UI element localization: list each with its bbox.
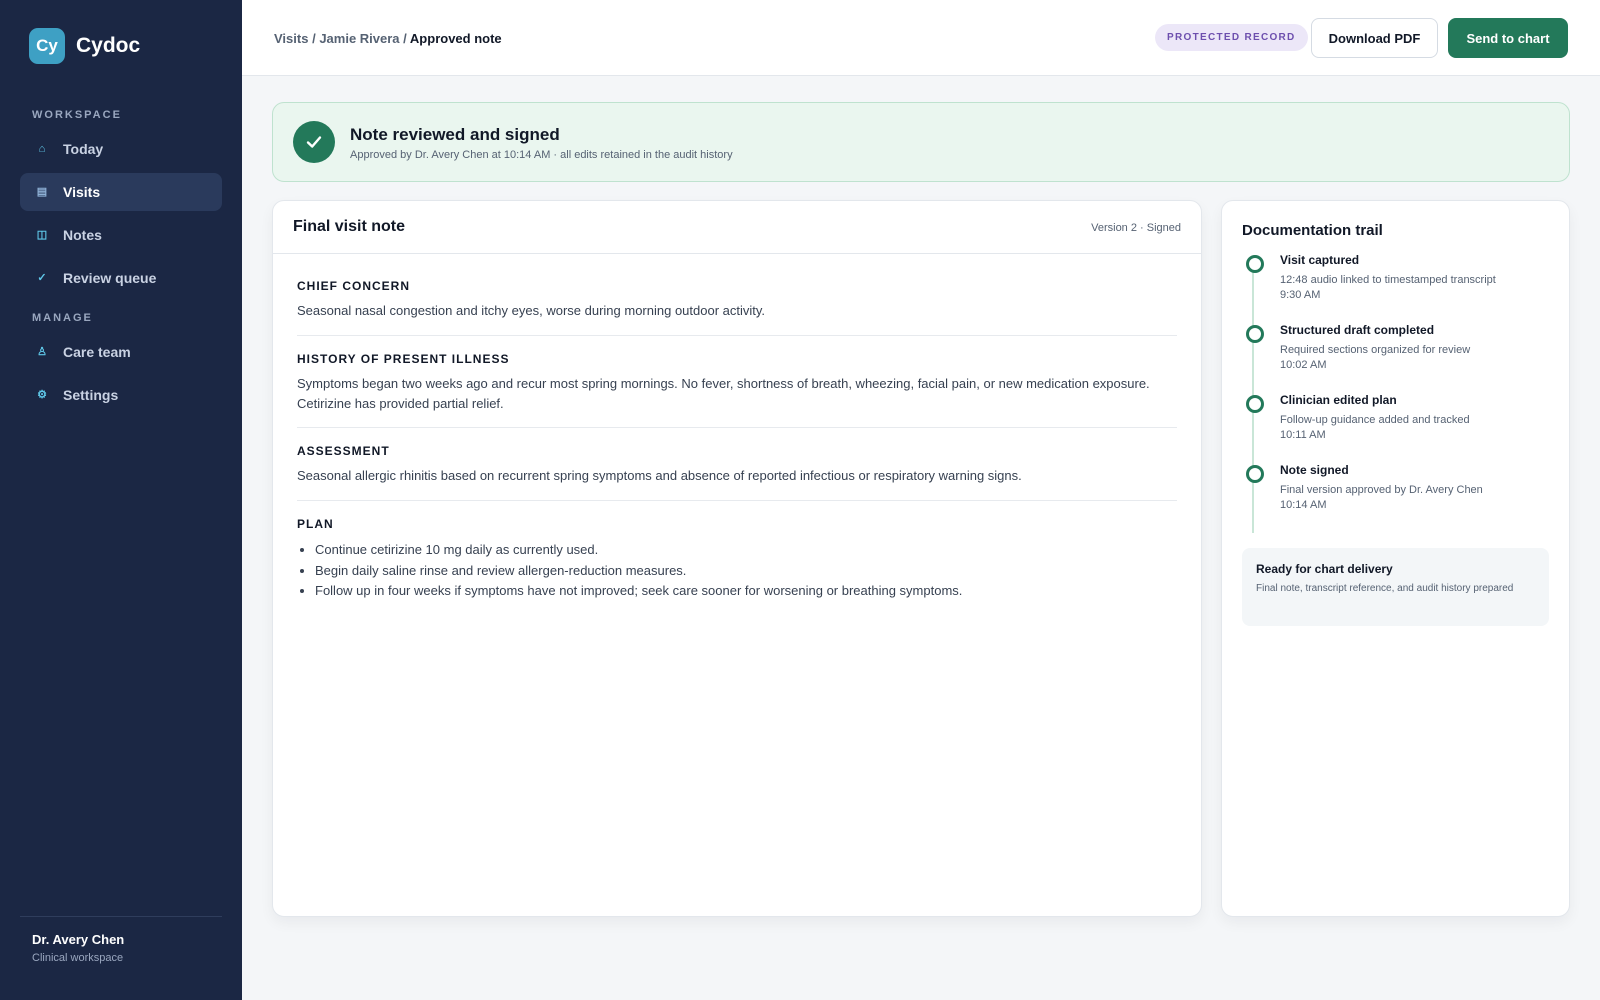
- breadcrumb-patient[interactable]: Jamie Rivera: [319, 31, 399, 46]
- sidebar: Cy Cydoc WORKSPACE ⌂ Today ▤ Visits ◫ No…: [0, 0, 242, 1000]
- sidebar-item-settings[interactable]: ⚙ Settings: [20, 376, 222, 414]
- download-pdf-button[interactable]: Download PDF: [1311, 18, 1438, 58]
- trail-event-desc: Final version approved by Dr. Avery Chen: [1280, 484, 1483, 496]
- sidebar-item-visits[interactable]: ▤ Visits: [20, 173, 222, 211]
- sidebar-item-today[interactable]: ⌂ Today: [20, 130, 222, 168]
- list-item: Begin daily saline rinse and review alle…: [315, 561, 1177, 582]
- trail-event: Note signed Final version approved by Dr…: [1242, 463, 1552, 513]
- timeline-dot-icon: [1246, 465, 1264, 483]
- section-text: Seasonal nasal congestion and itchy eyes…: [297, 303, 766, 318]
- list-icon: ▤: [36, 185, 48, 198]
- sidebar-item-label: Visits: [63, 184, 101, 200]
- sidebar-item-label: Review queue: [63, 270, 157, 286]
- section-history: HISTORY OF PRESENT ILLNESS Symptoms bega…: [297, 336, 1177, 428]
- trail-event-time: 10:11 AM: [1280, 429, 1326, 441]
- note-version: Version 2 · Signed: [1091, 222, 1181, 234]
- note-header: Final visit note Version 2 · Signed: [273, 201, 1201, 254]
- section-text: Seasonal allergic rhinitis based on recu…: [297, 468, 1022, 483]
- trail-event: Structured draft completed Required sect…: [1242, 323, 1552, 373]
- trail-event-label: Clinician edited plan: [1280, 393, 1397, 407]
- breadcrumb-current: Approved note: [409, 31, 502, 46]
- banner-title: Note reviewed and signed: [350, 125, 560, 144]
- check-icon: ✓: [37, 271, 47, 284]
- note-title: Final visit note: [293, 218, 406, 235]
- trail-event-label: Note signed: [1280, 463, 1349, 477]
- breadcrumb: Visits / Jamie Rivera / Approved note: [274, 31, 502, 46]
- trail-event-time: 10:02 AM: [1280, 359, 1327, 371]
- top-header: Visits / Jamie Rivera / Approved note PR…: [242, 0, 1600, 76]
- sidebar-item-label: Care team: [63, 344, 131, 360]
- section-text: Symptoms began two weeks ago and recur m…: [297, 376, 1150, 411]
- section-plan: PLAN Continue cetirizine 10 mg daily as …: [297, 501, 1177, 602]
- sidebar-item-label: Settings: [63, 387, 119, 403]
- timeline-dot-icon: [1246, 395, 1264, 413]
- sidebar-item-review-queue[interactable]: ✓ Review queue: [20, 259, 222, 297]
- notes-icon: ◫: [36, 228, 48, 241]
- nav-section-manage: MANAGE: [32, 312, 93, 324]
- app-name: Cydoc: [76, 34, 141, 57]
- trail-event-time: 10:14 AM: [1280, 499, 1327, 511]
- check-circle-icon: [293, 121, 335, 163]
- trail-event-detail: Final version approved by Dr. Avery Chen…: [1280, 483, 1552, 513]
- section-chief-concern: CHIEF CONCERN Seasonal nasal congestion …: [297, 254, 1177, 336]
- people-icon: ♙: [37, 345, 47, 358]
- trail-event-desc: Follow-up guidance added and tracked: [1280, 414, 1470, 426]
- send-to-chart-button[interactable]: Send to chart: [1448, 18, 1568, 58]
- breadcrumb-visits[interactable]: Visits: [274, 31, 308, 46]
- trail-event-label: Visit captured: [1280, 253, 1360, 267]
- timeline-dot-icon: [1246, 325, 1264, 343]
- ready-detail: Final note, transcript reference, and au…: [1256, 583, 1514, 594]
- section-assessment: ASSESSMENT Seasonal allergic rhinitis ba…: [297, 428, 1177, 501]
- signed-banner: Note reviewed and signed Approved by Dr.…: [272, 102, 1570, 182]
- brand[interactable]: Cy Cydoc: [29, 28, 140, 64]
- protected-record-badge: PROTECTED RECORD: [1155, 24, 1308, 51]
- gear-icon: ⚙: [37, 388, 47, 401]
- logo-icon: Cy: [29, 28, 65, 64]
- note-card: Final visit note Version 2 · Signed CHIE…: [272, 200, 1202, 917]
- trail-event: Clinician edited plan Follow-up guidance…: [1242, 393, 1552, 443]
- plan-list: Continue cetirizine 10 mg daily as curre…: [297, 540, 1177, 602]
- list-item: Follow up in four weeks if symptoms have…: [315, 581, 1177, 602]
- section-label: ASSESSMENT: [297, 444, 390, 458]
- user-name[interactable]: Dr. Avery Chen: [32, 932, 124, 947]
- trail-event-desc: 12:48 audio linked to timestamped transc…: [1280, 274, 1496, 286]
- trail-event-detail: 12:48 audio linked to timestamped transc…: [1280, 273, 1552, 303]
- ready-title: Ready for chart delivery: [1256, 562, 1393, 576]
- banner-subtitle: Approved by Dr. Avery Chen at 10:14 AM ·…: [350, 149, 733, 161]
- nav-section-workspace: WORKSPACE: [32, 109, 122, 121]
- section-label: PLAN: [297, 517, 334, 531]
- trail-event-detail: Required sections organized for review 1…: [1280, 343, 1552, 373]
- trail-event: Visit captured 12:48 audio linked to tim…: [1242, 253, 1552, 303]
- ready-for-delivery-box: Ready for chart delivery Final note, tra…: [1242, 548, 1549, 626]
- sidebar-item-label: Notes: [63, 227, 102, 243]
- section-label: HISTORY OF PRESENT ILLNESS: [297, 352, 510, 366]
- trail-event-desc: Required sections organized for review: [1280, 344, 1471, 356]
- breadcrumb-separator: /: [403, 31, 410, 46]
- documentation-trail: Documentation trail Visit captured 12:48…: [1221, 200, 1570, 917]
- home-icon: ⌂: [38, 142, 46, 155]
- list-item: Continue cetirizine 10 mg daily as curre…: [315, 540, 1177, 561]
- note-body: CHIEF CONCERN Seasonal nasal congestion …: [297, 254, 1177, 602]
- sidebar-divider: [20, 916, 222, 917]
- trail-event-detail: Follow-up guidance added and tracked 10:…: [1280, 413, 1552, 443]
- trail-title: Documentation trail: [1242, 222, 1383, 239]
- sidebar-item-care-team[interactable]: ♙ Care team: [20, 333, 222, 371]
- trail-event-time: 9:30 AM: [1280, 289, 1321, 301]
- sidebar-item-notes[interactable]: ◫ Notes: [20, 216, 222, 254]
- timeline-dot-icon: [1246, 255, 1264, 273]
- user-role: Clinical workspace: [32, 952, 124, 964]
- sidebar-item-label: Today: [63, 141, 104, 157]
- trail-event-label: Structured draft completed: [1280, 323, 1435, 337]
- section-label: CHIEF CONCERN: [297, 279, 411, 293]
